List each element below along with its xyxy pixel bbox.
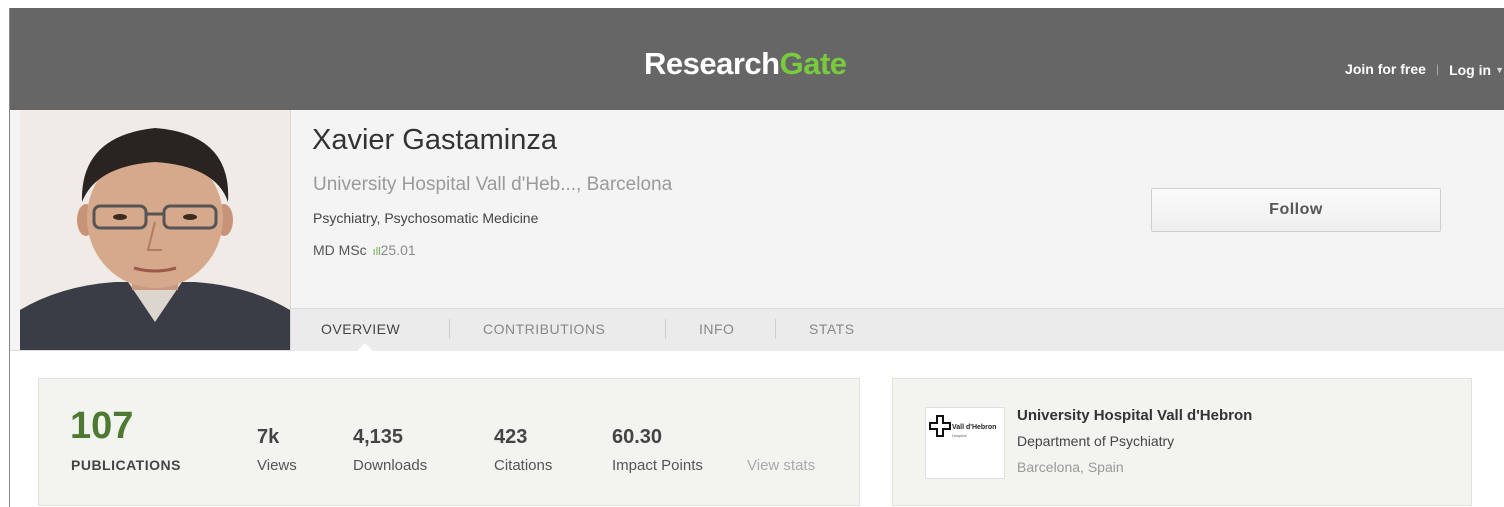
profile-degrees-score: MD MSc ıll25.01 xyxy=(313,242,416,258)
chevron-down-icon: ▼ xyxy=(1495,64,1504,75)
log-in-label: Log in xyxy=(1449,61,1492,78)
tab-divider xyxy=(449,319,450,339)
institution-logo[interactable]: Vall d'Hebron Hospital xyxy=(925,407,1005,479)
institution-name-link[interactable]: University Hospital Vall d'Hebron xyxy=(1017,407,1252,424)
top-header: ResearchGate Join for free | Log in ▼ xyxy=(10,8,1504,110)
account-nav: Join for free | Log in ▼ xyxy=(1345,60,1504,78)
institution-location: Barcelona, Spain xyxy=(1017,459,1124,475)
citations-value: 423 xyxy=(494,426,528,448)
downloads-label: Downloads xyxy=(353,457,428,474)
logo-gate-text: Gate xyxy=(779,46,847,81)
researchgate-logo[interactable]: ResearchGate xyxy=(644,46,847,82)
downloads-value: 4,135 xyxy=(353,426,404,448)
profile-disciplines: Psychiatry, Psychosomatic Medicine xyxy=(313,210,539,226)
publications-count[interactable]: 107 xyxy=(70,405,133,448)
institution-card: Vall d'Hebron Hospital University Hospit… xyxy=(892,378,1472,506)
tab-divider xyxy=(775,319,776,339)
join-for-free-link[interactable]: Join for free xyxy=(1345,61,1426,77)
institution-department-link[interactable]: Department of Psychiatry xyxy=(1017,433,1174,449)
tab-info[interactable]: INFO xyxy=(699,321,734,337)
profile-header: Xavier Gastaminza University Hospital Va… xyxy=(10,110,1504,351)
profile-affiliation-link[interactable]: University Hospital Vall d'Heb..., Barce… xyxy=(313,174,672,196)
tab-divider xyxy=(665,319,666,339)
views-value: 7k xyxy=(257,426,280,448)
profile-tabs: OVERVIEW CONTRIBUTIONS INFO STATS xyxy=(291,308,1504,351)
rg-score-value: 25.01 xyxy=(380,242,416,258)
hospital-cross-icon xyxy=(929,415,951,437)
avatar xyxy=(20,110,291,350)
views-label: Views xyxy=(257,457,297,474)
tab-contributions[interactable]: CONTRIBUTIONS xyxy=(483,321,605,337)
nav-separator: | xyxy=(1435,62,1440,77)
institution-logo-sub: Hospital xyxy=(952,433,967,438)
tab-overview[interactable]: OVERVIEW xyxy=(321,321,400,337)
profile-name: Xavier Gastaminza xyxy=(312,124,557,156)
log-in-link[interactable]: Log in ▼ xyxy=(1449,61,1504,78)
logo-research-text: Research xyxy=(644,46,780,81)
tab-stats[interactable]: STATS xyxy=(809,321,855,337)
follow-button[interactable]: Follow xyxy=(1151,188,1441,232)
institution-logo-name: Vall d'Hebron xyxy=(952,424,997,431)
citations-label: Citations xyxy=(494,457,553,474)
profile-degrees: MD MSc xyxy=(313,242,367,258)
active-tab-indicator xyxy=(357,343,373,351)
impact-points-value: 60.30 xyxy=(612,426,663,448)
rg-score-icon: ıll xyxy=(372,246,381,258)
stats-summary-card: 107 PUBLICATIONS 7k Views 4,135 Download… xyxy=(38,378,860,506)
view-stats-link[interactable]: View stats xyxy=(747,457,815,474)
publications-label[interactable]: PUBLICATIONS xyxy=(71,457,181,473)
impact-points-label: Impact Points xyxy=(612,457,703,474)
